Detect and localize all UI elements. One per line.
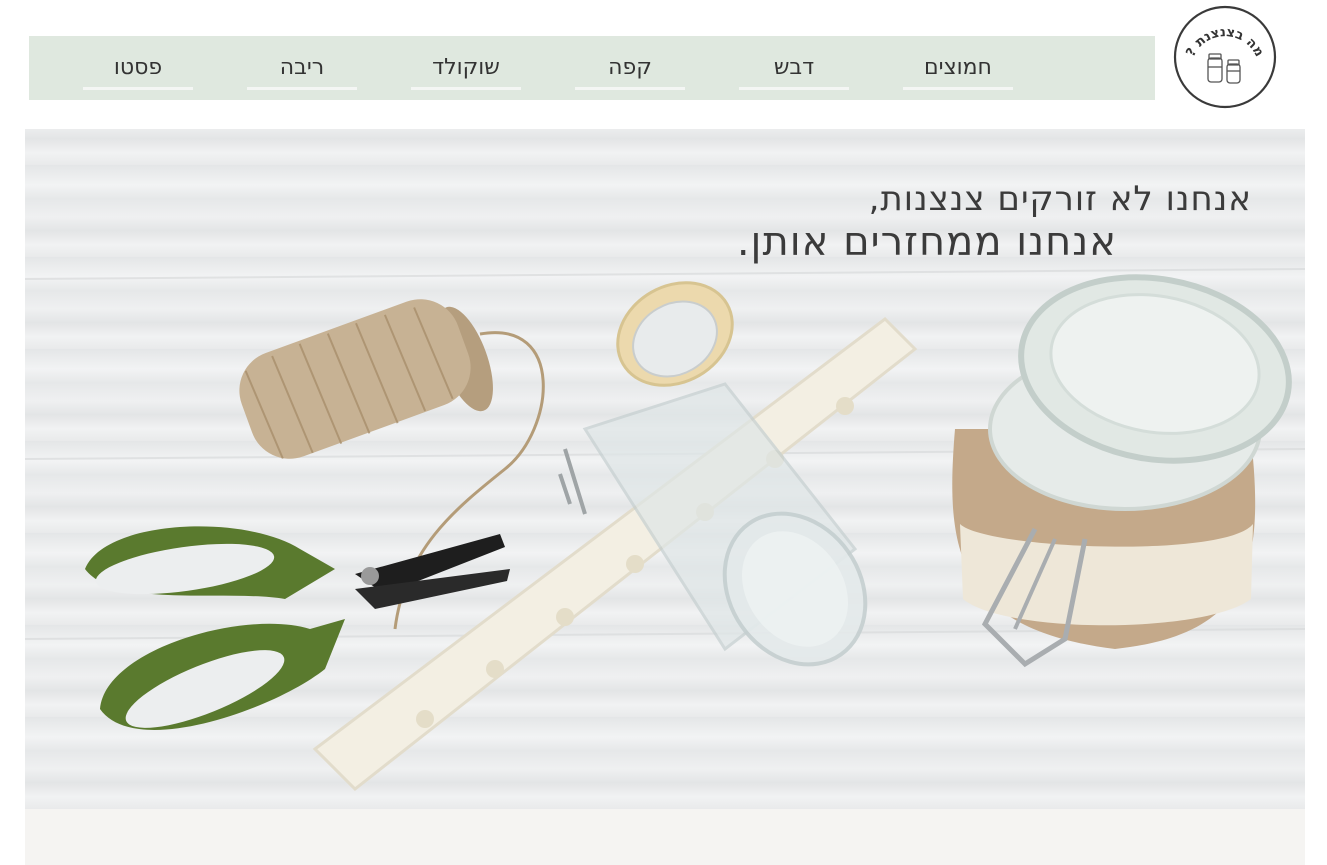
hero-banner: אנחנו לא זורקים צנצנות, אנחנו ממחזרים או… bbox=[25, 129, 1305, 809]
main-nav: פסטו ריבה שוקולד קפה דבש חמוצים bbox=[29, 36, 1155, 100]
nav-item-honey[interactable]: דבש bbox=[739, 55, 849, 90]
nav-item-jam[interactable]: ריבה bbox=[247, 55, 357, 90]
hero-line-2: אנחנו ממחזרים אותן. bbox=[736, 219, 1117, 265]
site-logo[interactable]: מה בצנצנת ? bbox=[1172, 4, 1278, 110]
content-strip bbox=[25, 809, 1305, 865]
jars-icon: מה בצנצנת ? bbox=[1173, 5, 1277, 109]
nav-item-pickles[interactable]: חמוצים bbox=[903, 55, 1013, 90]
nav-item-coffee[interactable]: קפה bbox=[575, 55, 685, 90]
large-glass-jar bbox=[952, 274, 1292, 668]
nav-item-pesto[interactable]: פסטו bbox=[83, 55, 193, 90]
nav-item-chocolate[interactable]: שוקולד bbox=[411, 55, 521, 90]
hero-headline: אנחנו לא זורקים צנצנות, אנחנו ממחזרים או… bbox=[25, 179, 1252, 265]
small-jar-lid bbox=[616, 281, 734, 387]
hero-line-1: אנחנו לא זורקים צנצנות, bbox=[868, 179, 1252, 219]
